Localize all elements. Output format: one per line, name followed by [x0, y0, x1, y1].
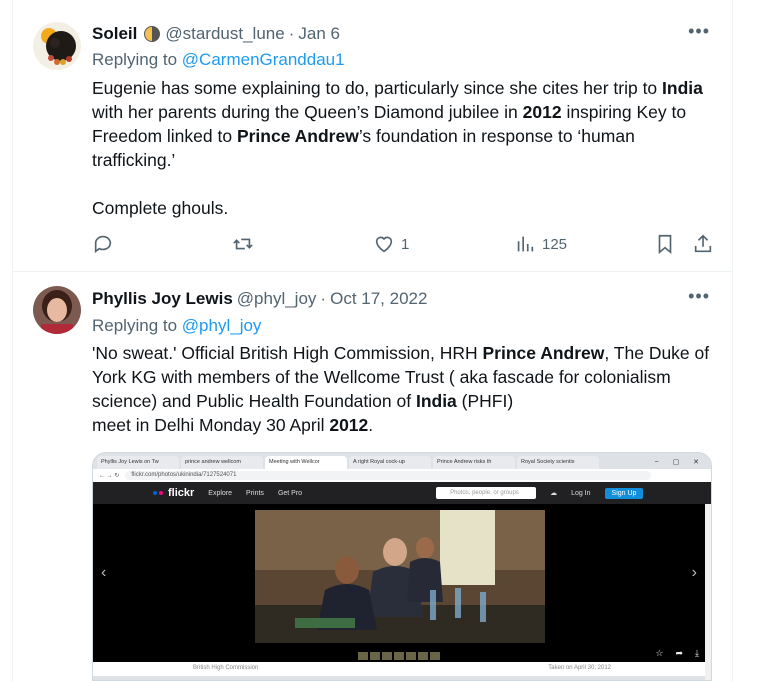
half-moon-icon: [143, 25, 161, 43]
chevron-left-icon: ‹: [101, 564, 107, 581]
tweet-header: Phyllis Joy Lewis @phyl_joy · Oct 17, 20…: [92, 286, 718, 309]
browser-tab: Royal Society scientis: [517, 456, 599, 469]
replying-to-link[interactable]: @CarmenGranddau1: [182, 50, 345, 69]
avatar[interactable]: [33, 286, 81, 334]
separator-dot: ·: [320, 289, 327, 308]
tweet-date[interactable]: Jan 6: [298, 24, 340, 44]
highlight-term: 2012: [522, 102, 562, 122]
tweet-text-part: (PHFI): [456, 391, 514, 411]
flickr-logo: flickr: [153, 487, 194, 499]
window-controls-icon: − ▢ ✕: [654, 459, 705, 466]
avatar-image: [33, 22, 81, 70]
highlight-term: 2012: [329, 415, 369, 435]
more-horizontal-icon[interactable]: •••: [688, 286, 710, 307]
thumbnail: [430, 652, 440, 660]
browser-address-row: ← → ↻ flickr.com/photos/ukinindia/712752…: [93, 469, 711, 482]
browser-scrollbar: [705, 504, 711, 680]
tweet-text: 'No sweat.' Official British High Commis…: [92, 341, 722, 437]
meeting-photo: [255, 510, 545, 643]
thumbnail: [382, 652, 392, 660]
avatar-image: [33, 286, 81, 334]
tweet[interactable]: Soleil @stardust_lune · Jan 6 ••• Replyi…: [13, 0, 732, 272]
flickr-signup: Sign Up: [604, 487, 644, 499]
display-name[interactable]: Soleil: [92, 24, 137, 44]
tweet-date[interactable]: Oct 17, 2022: [330, 289, 427, 309]
analytics-icon: [517, 236, 534, 252]
browser-tab: Phyllis Joy Lewis on Tw: [97, 456, 179, 469]
tweet-text: Eugenie has some explaining to do, parti…: [92, 76, 722, 220]
tweet-text-part: .: [368, 415, 374, 435]
display-name[interactable]: Phyllis Joy Lewis: [92, 289, 233, 309]
flickr-nav-item: Get Pro: [277, 489, 303, 497]
timeline: Soleil @stardust_lune · Jan 6 ••• Replyi…: [12, 0, 733, 681]
flickr-nav-item: Prints: [246, 489, 264, 497]
photo-taken-date: Taken on April 30, 2012: [548, 665, 611, 671]
browser-tab: Prince Andrew risks th: [433, 456, 515, 469]
highlight-term: Prince Andrew: [482, 343, 605, 363]
thumbnail: [370, 652, 380, 660]
avatar[interactable]: [33, 22, 81, 70]
replying-label: Replying to: [92, 316, 178, 335]
bookmark-button[interactable]: [654, 233, 676, 255]
flickr-login: Log In: [571, 489, 591, 497]
highlight-term: India: [415, 391, 457, 411]
star-icon: ☆: [655, 648, 664, 658]
replying-to-link[interactable]: @phyl_joy: [182, 316, 262, 335]
flickr-search: Photos, people, or groups: [436, 487, 537, 499]
thumbnail: [406, 652, 416, 660]
upload-cloud-icon: ☁: [550, 490, 558, 497]
thumbnail-strip: [358, 652, 440, 660]
tweet-text-part: 'No sweat.' Official British High Commis…: [92, 343, 483, 363]
flickr-nav-item: Explore: [208, 489, 233, 497]
download-icon: ⤓: [695, 648, 699, 658]
tweet-header: Soleil @stardust_lune · Jan 6 •••: [92, 21, 718, 44]
chevron-right-icon: ›: [691, 564, 697, 581]
tweet-media-image[interactable]: Phyllis Joy Lewis on Tw prince andrew we…: [92, 452, 712, 681]
replying-to: Replying to @CarmenGranddau1: [92, 50, 345, 70]
separator-dot: ·: [288, 24, 295, 43]
reply-button[interactable]: [92, 233, 114, 255]
retweet-icon: [233, 238, 253, 250]
view-count: 125: [542, 235, 568, 253]
tweet-text-part: Eugenie has some explaining to do, parti…: [92, 78, 663, 98]
browser-tab-active: Meeting with Wellcor: [265, 456, 347, 469]
more-horizontal-icon[interactable]: •••: [688, 21, 710, 42]
tweet-text-part: with her parents during the Queen’s Diam…: [92, 102, 523, 122]
photo-caption-row: British High Commission Taken on April 3…: [93, 662, 711, 676]
bookmark-icon: [658, 234, 672, 255]
highlight-term: India: [662, 78, 703, 98]
handle[interactable]: @stardust_lune: [165, 24, 284, 44]
thumbnail: [394, 652, 404, 660]
reply-icon: [94, 235, 112, 253]
photo-action-icons: ☆ ➦ ⤓: [655, 648, 699, 659]
heart-icon: [375, 236, 393, 253]
browser-tab: A right Royal cock-up: [349, 456, 431, 469]
browser-tab: prince andrew wellcom: [181, 456, 263, 469]
retweet-button[interactable]: [232, 233, 254, 255]
tweet-text-part: meet in Delhi Monday 30 April: [92, 415, 330, 435]
tweet-actions: 1 125: [92, 233, 732, 257]
flickr-photo-viewer: ‹ › ☆ ➦ ⤓: [93, 504, 711, 662]
replying-label: Replying to: [92, 50, 178, 69]
nav-arrows-icon: ← → ↻: [99, 473, 120, 479]
thumbnail: [418, 652, 428, 660]
share-icon: [694, 234, 712, 253]
handle[interactable]: @phyl_joy: [237, 289, 317, 309]
share-button[interactable]: [692, 233, 714, 255]
flickr-logo-text: flickr: [168, 487, 195, 499]
views-button[interactable]: 125: [514, 233, 567, 255]
tweet-text-part: Complete ghouls.: [92, 198, 229, 218]
highlight-term: Prince Andrew: [236, 126, 359, 146]
browser-tab-strip: Phyllis Joy Lewis on Tw prince andrew we…: [93, 453, 711, 469]
photo-owner: British High Commission: [193, 665, 259, 671]
like-count: 1: [401, 235, 410, 253]
like-button[interactable]: 1: [373, 233, 409, 255]
replying-to: Replying to @phyl_joy: [92, 316, 261, 336]
share-arrow-icon: ➦: [675, 648, 684, 658]
thumbnail: [358, 652, 368, 660]
tweet[interactable]: Phyllis Joy Lewis @phyl_joy · Oct 17, 20…: [13, 273, 732, 681]
flickr-navbar: flickr Explore Prints Get Pro Photos, pe…: [93, 482, 711, 504]
browser-url: flickr.com/photos/ukinindia/7127524071: [125, 471, 651, 480]
